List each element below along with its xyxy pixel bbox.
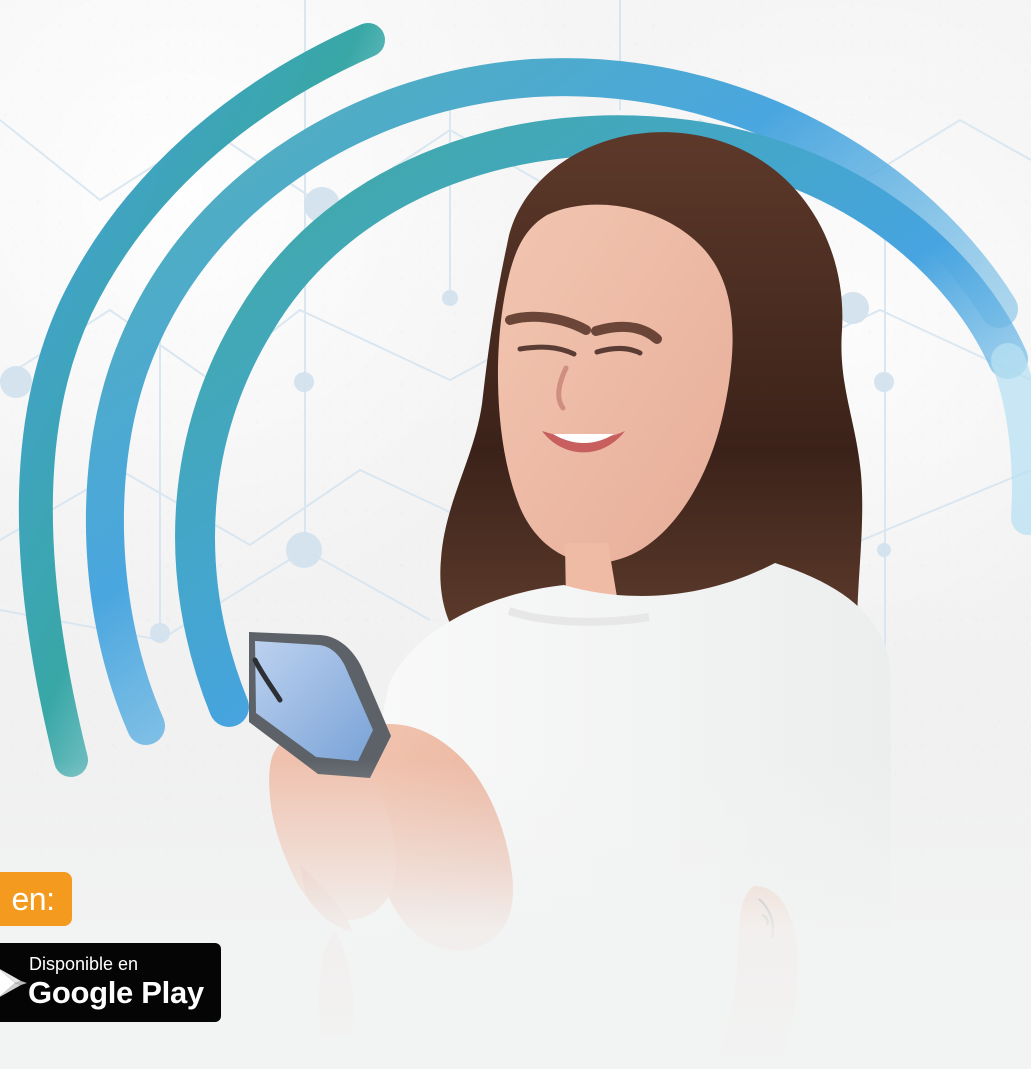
decorative-arcs [18, 23, 1031, 777]
network-node [286, 532, 322, 568]
google-play-icon [0, 966, 30, 1000]
arm-right [714, 886, 798, 1069]
google-play-top-text: Disponible en [29, 954, 139, 974]
network-node [150, 623, 170, 643]
availability-badge: en: [0, 872, 72, 926]
bottom-fade [0, 760, 1031, 1069]
woman-photo [269, 132, 891, 1069]
google-play-button[interactable]: Disponible en Google Play [0, 943, 221, 1022]
availability-badge-text: en: [11, 881, 55, 917]
network-pattern [0, 0, 1031, 1069]
face [497, 204, 733, 563]
network-node [442, 290, 458, 306]
inner-arc [175, 115, 1028, 727]
network-node [870, 1046, 898, 1069]
network-node [294, 372, 314, 392]
network-node [0, 366, 32, 398]
middle-arc [85, 58, 1018, 745]
network-node [877, 543, 891, 557]
hands [334, 724, 513, 951]
network-node [153, 293, 167, 307]
hero-banner: en: Disponible en Google Play [0, 0, 1031, 1069]
smartphone [249, 632, 391, 778]
network-node [837, 292, 869, 324]
background-texture [0, 0, 1031, 1069]
google-play-main-text: Google Play [28, 975, 204, 1010]
shirt [330, 563, 891, 1069]
outer-arc [18, 23, 385, 777]
network-node [304, 187, 340, 223]
network-node [874, 372, 894, 392]
hair [440, 132, 863, 709]
